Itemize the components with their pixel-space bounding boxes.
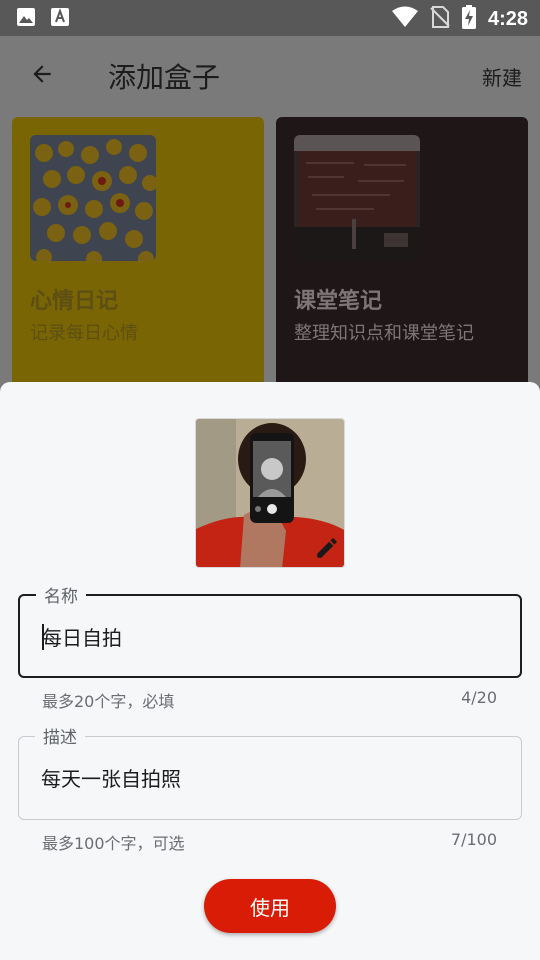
name-field-label: 名称 [36,582,86,607]
box-card-mood-diary[interactable]: 心情日记 记录每日心情 [12,117,264,417]
name-field[interactable]: 名称 每日自拍 [18,582,522,678]
app-bar: 添加盒子 新建 [0,36,540,112]
bottom-sheet: 名称 每日自拍 最多20个字，必填 4/20 描述 每天一张自拍照 最多100个… [0,382,540,960]
use-button[interactable]: 使用 [204,879,336,933]
description-input[interactable]: 每天一张自拍照 [41,763,181,792]
battery-charging-icon [461,5,476,33]
description-input-value: 每天一张自拍照 [41,767,181,791]
description-field[interactable]: 描述 每天一张自拍照 [18,723,522,820]
status-bar: 4:28 [0,0,540,36]
card-title: 课堂笔记 [294,289,383,314]
status-time: 4:28 [487,7,528,30]
arrow-back-icon [33,65,51,83]
emoji-faces-photo [30,135,156,261]
description-helper-text: 最多100个字，可选 [42,834,185,853]
cover-image-button[interactable] [195,418,345,568]
name-input-value: 每日自拍 [42,626,122,650]
name-char-counter: 4/20 [461,688,497,707]
card-title: 心情日记 [30,289,119,314]
back-button[interactable] [22,54,62,94]
card-subtitle: 记录每日心情 [30,323,138,344]
no-sim-icon [430,6,450,32]
description-char-counter: 7/100 [450,830,497,849]
wifi-icon [391,6,418,32]
card-subtitle: 整理知识点和课堂笔记 [294,323,474,344]
box-card-class-notes[interactable]: 课堂笔记 整理知识点和课堂笔记 [276,117,528,417]
classroom-blackboard-photo [294,135,420,261]
name-input[interactable]: 每日自拍 [42,622,122,651]
image-icon [16,7,36,27]
description-field-label: 描述 [35,723,85,748]
page-title: 添加盒子 [108,61,221,94]
text-icon [50,7,70,27]
pencil-icon[interactable] [314,535,340,561]
new-button[interactable]: 新建 [482,62,522,91]
name-helper-text: 最多20个字，必填 [42,692,175,711]
